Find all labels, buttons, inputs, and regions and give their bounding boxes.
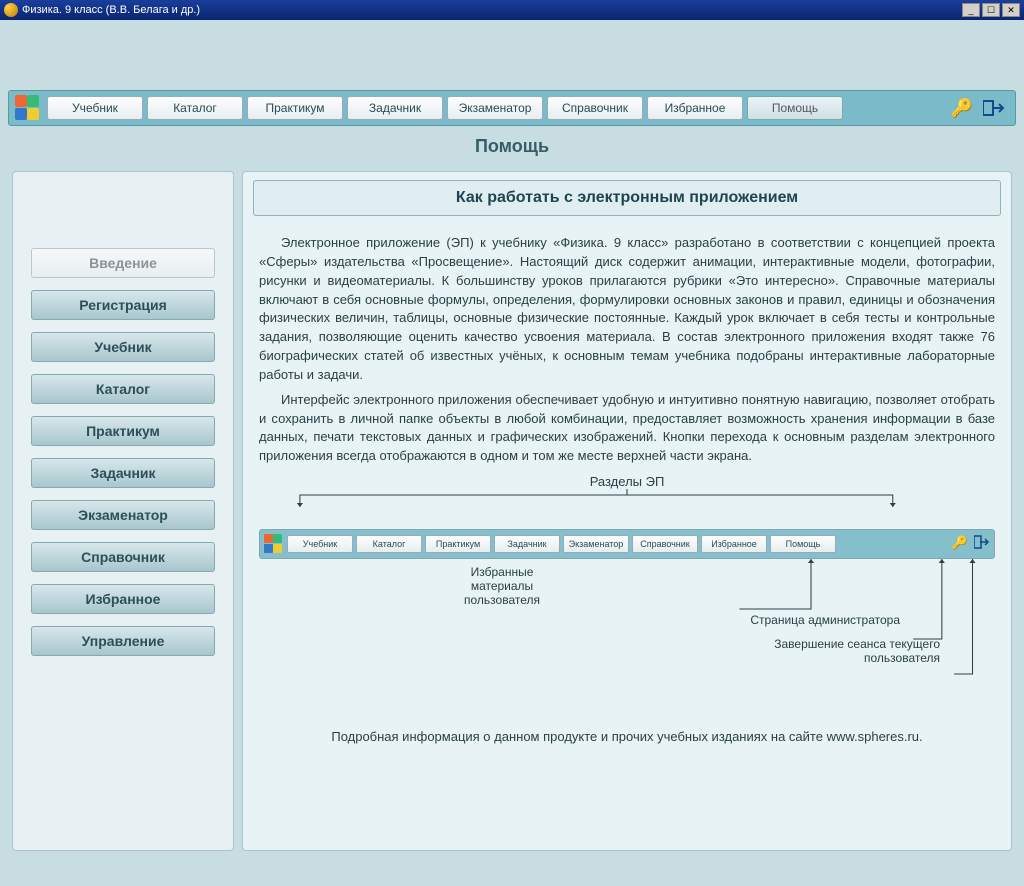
content-body: Электронное приложение (ЭП) к учебнику «… [253,234,1001,466]
nav-practicum[interactable]: Практикум [247,96,343,120]
sidebar-item-tasks[interactable]: Задачник [31,458,215,488]
nav-exam[interactable]: Экзаменатор [447,96,543,120]
sidebar-item-registration[interactable]: Регистрация [31,290,215,320]
sidebar-item-intro[interactable]: Введение [31,248,215,278]
sidebar-item-catalog[interactable]: Каталог [31,374,215,404]
nav-textbook[interactable]: Учебник [47,96,143,120]
callout-logout: Завершение сеанса текущего пользователя [259,637,985,665]
paragraph-2: Интерфейс электронного приложения обеспе… [259,391,995,466]
paragraph-1: Электронное приложение (ЭП) к учебнику «… [259,234,995,385]
help-sidebar: Введение Регистрация Учебник Каталог Пра… [12,171,234,851]
logo-icon [15,95,41,121]
minimize-button[interactable]: _ [962,3,980,17]
top-navbar: Учебник Каталог Практикум Задачник Экзам… [8,90,1016,126]
mini-nav-practicum: Практикум [425,535,491,553]
admin-key-icon[interactable]: 🔑 [951,98,973,119]
mini-nav-favorites: Избранное [701,535,767,553]
nav-catalog[interactable]: Каталог [147,96,243,120]
content-panel: Как работать с электронным приложением Э… [242,171,1012,851]
sidebar-item-practicum[interactable]: Практикум [31,416,215,446]
sidebar-item-favorites[interactable]: Избранное [31,584,215,614]
sidebar-item-exam[interactable]: Экзаменатор [31,500,215,530]
nav-help[interactable]: Помощь [747,96,843,120]
page-subheader: Помощь [8,126,1016,171]
mini-logo-icon [264,534,284,554]
mini-nav-tasks: Задачник [494,535,560,553]
window-title: Физика. 9 класс (В.В. Белага и др.) [22,4,200,16]
logout-icon[interactable] [983,98,1005,119]
diagram-sections-label: Разделы ЭП [253,474,1001,489]
mini-nav-textbook: Учебник [287,535,353,553]
maximize-button[interactable]: ☐ [982,3,1000,17]
callout-favorites: Избранные материалы пользователя [259,565,985,607]
mini-nav-help: Помощь [770,535,836,553]
sidebar-item-admin[interactable]: Управление [31,626,215,656]
mini-nav-reference: Справочник [632,535,698,553]
mini-admin-key-icon: 🔑 [952,535,968,554]
callout-admin: Страница администратора [259,613,985,627]
nav-reference[interactable]: Справочник [547,96,643,120]
window-titlebar: Физика. 9 класс (В.В. Белага и др.) _ ☐ … [0,0,1024,20]
content-title: Как работать с электронным приложением [253,180,1001,216]
mini-nav-catalog: Каталог [356,535,422,553]
mini-logout-icon [974,535,990,554]
mini-nav-exam: Экзаменатор [563,535,629,553]
nav-tasks[interactable]: Задачник [347,96,443,120]
diagram-navbar: Учебник Каталог Практикум Задачник Экзам… [259,529,995,559]
footer-note: Подробная информация о данном продукте и… [253,729,1001,744]
sidebar-item-reference[interactable]: Справочник [31,542,215,572]
close-button[interactable]: ✕ [1002,3,1020,17]
app-icon [4,3,18,17]
sidebar-item-textbook[interactable]: Учебник [31,332,215,362]
nav-favorites[interactable]: Избранное [647,96,743,120]
